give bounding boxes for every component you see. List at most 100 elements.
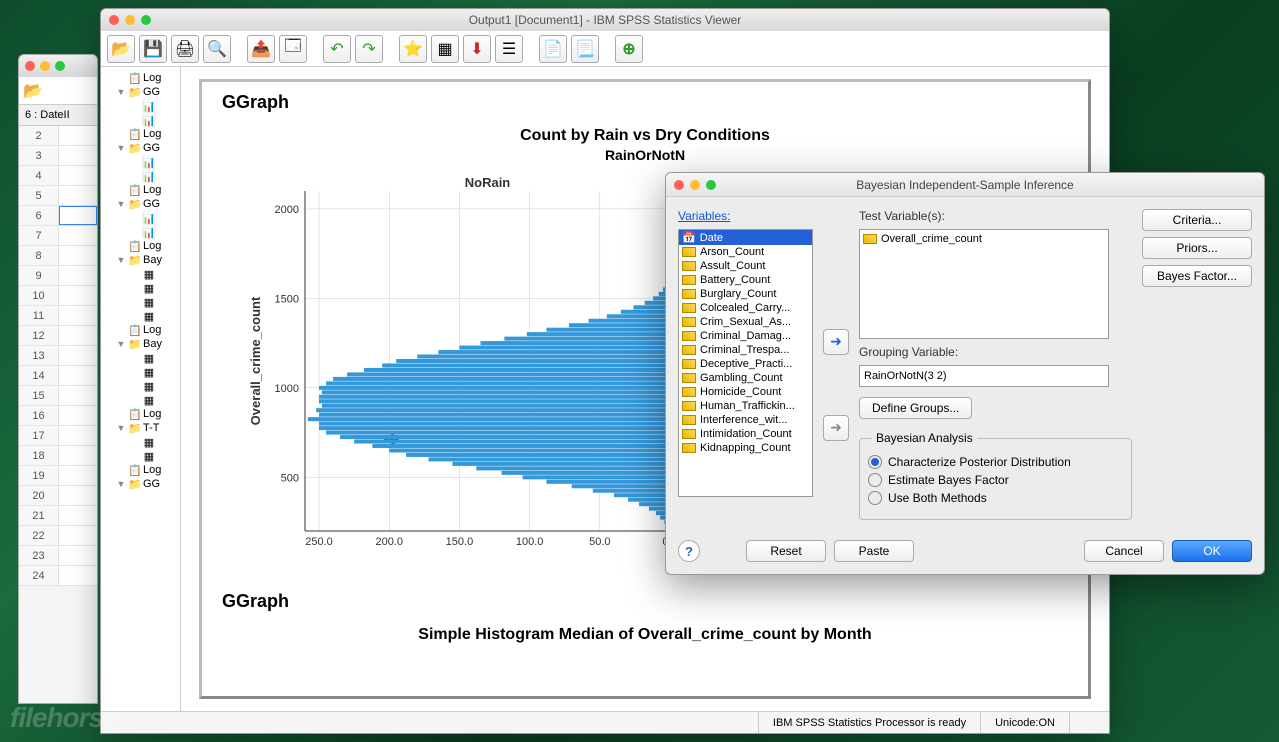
row-cell[interactable] [59, 186, 97, 205]
close-icon[interactable] [25, 61, 35, 71]
open-folder-icon[interactable]: 📂 [23, 81, 43, 101]
row-cell[interactable] [59, 526, 97, 545]
variable-item[interactable]: Kidnapping_Count [679, 441, 812, 455]
variable-item[interactable]: Human_Traffickin... [679, 399, 812, 413]
variable-item[interactable]: Criminal_Trespa... [679, 343, 812, 357]
grouping-variable-input[interactable] [859, 365, 1109, 387]
dialog-recall-button[interactable]: 🗔 [279, 35, 307, 63]
data-row[interactable]: 3 [19, 146, 97, 166]
data-row[interactable]: 14 [19, 366, 97, 386]
row-cell[interactable] [59, 546, 97, 565]
radio-option[interactable]: Characterize Posterior Distribution [868, 455, 1123, 469]
run-button[interactable]: 📃 [571, 35, 599, 63]
outline-item[interactable]: 📋Log [101, 463, 180, 477]
data-row[interactable]: 8 [19, 246, 97, 266]
outline-item[interactable]: 📋Log [101, 323, 180, 337]
outline-panel[interactable]: 📋Log▼📁GG📊📊📋Log▼📁GG📊📊📋Log▼📁GG📊📊📋Log▼📁Bay▦… [101, 67, 181, 711]
data-row[interactable]: 16 [19, 406, 97, 426]
data-row[interactable]: 24 [19, 566, 97, 586]
outline-item[interactable]: ▦ [101, 365, 180, 379]
minimize-icon[interactable] [125, 15, 135, 25]
collapse-icon[interactable]: ▼ [115, 479, 127, 489]
row-cell[interactable] [59, 246, 97, 265]
row-cell[interactable] [59, 366, 97, 385]
maximize-icon[interactable] [141, 15, 151, 25]
data-row[interactable]: 4 [19, 166, 97, 186]
variable-item[interactable]: Colcealed_Carry... [679, 301, 812, 315]
outline-item[interactable]: ▦ [101, 435, 180, 449]
outline-item[interactable]: 📋Log [101, 71, 180, 85]
data-row[interactable]: 2 [19, 126, 97, 146]
outline-item[interactable]: ▦ [101, 449, 180, 463]
goto-variable-button[interactable]: ⬇ [463, 35, 491, 63]
collapse-icon[interactable]: ▼ [115, 423, 127, 433]
row-cell[interactable] [59, 286, 97, 305]
help-button[interactable]: ? [678, 540, 700, 562]
data-row[interactable]: 20 [19, 486, 97, 506]
data-row[interactable]: 6 [19, 206, 97, 226]
ok-button[interactable]: OK [1172, 540, 1252, 562]
row-cell[interactable] [59, 306, 97, 325]
maximize-icon[interactable] [55, 61, 65, 71]
radio-option[interactable]: Estimate Bayes Factor [868, 473, 1123, 487]
variable-item[interactable]: Intimidation_Count [679, 427, 812, 441]
outline-item[interactable]: ▦ [101, 309, 180, 323]
criteria-button[interactable]: Criteria... [1142, 209, 1252, 231]
outline-item[interactable]: ▼📁GG [101, 477, 180, 491]
outline-item[interactable]: ▦ [101, 267, 180, 281]
row-cell[interactable] [59, 326, 97, 345]
reset-button[interactable]: Reset [746, 540, 826, 562]
outline-item[interactable]: ▦ [101, 393, 180, 407]
variable-item[interactable]: Gambling_Count [679, 371, 812, 385]
data-row[interactable]: 12 [19, 326, 97, 346]
data-row[interactable]: 10 [19, 286, 97, 306]
outline-item[interactable]: ▼📁Bay [101, 253, 180, 267]
outline-item[interactable]: ▦ [101, 281, 180, 295]
redo-button[interactable]: ↷ [355, 35, 383, 63]
outline-item[interactable]: ▼📁GG [101, 197, 180, 211]
row-cell[interactable] [59, 406, 97, 425]
row-cell[interactable] [59, 446, 97, 465]
goto-data-button[interactable]: ⭐ [399, 35, 427, 63]
collapse-icon[interactable]: ▼ [115, 199, 127, 209]
bayes-factor-button[interactable]: Bayes Factor... [1142, 265, 1252, 287]
outline-item[interactable]: 📊 [101, 99, 180, 113]
preview-button[interactable]: 🔍 [203, 35, 231, 63]
outline-item[interactable]: 📊 [101, 225, 180, 239]
outline-item[interactable]: 📋Log [101, 183, 180, 197]
outline-item[interactable]: ▼📁GG [101, 141, 180, 155]
variable-item[interactable]: Arson_Count [679, 245, 812, 259]
row-cell[interactable] [59, 266, 97, 285]
row-cell[interactable] [59, 166, 97, 185]
cancel-button[interactable]: Cancel [1084, 540, 1164, 562]
data-row[interactable]: 18 [19, 446, 97, 466]
define-groups-button[interactable]: Define Groups... [859, 397, 972, 419]
variable-item[interactable]: Homicide_Count [679, 385, 812, 399]
close-icon[interactable] [674, 180, 684, 190]
outline-item[interactable]: 📊 [101, 169, 180, 183]
collapse-icon[interactable]: ▼ [115, 87, 127, 97]
data-row[interactable]: 23 [19, 546, 97, 566]
test-variables-listbox[interactable]: Overall_crime_count [859, 229, 1109, 339]
row-cell[interactable] [59, 206, 97, 225]
outline-item[interactable]: 📋Log [101, 127, 180, 141]
data-row[interactable]: 15 [19, 386, 97, 406]
row-cell[interactable] [59, 126, 97, 145]
test-variable-item[interactable]: Overall_crime_count [863, 233, 1105, 245]
data-row[interactable]: 17 [19, 426, 97, 446]
select-last-button[interactable]: ☰ [495, 35, 523, 63]
data-row[interactable]: 11 [19, 306, 97, 326]
row-cell[interactable] [59, 506, 97, 525]
outline-item[interactable]: ▦ [101, 379, 180, 393]
row-cell[interactable] [59, 146, 97, 165]
data-row[interactable]: 22 [19, 526, 97, 546]
radio-option[interactable]: Use Both Methods [868, 491, 1123, 505]
minimize-icon[interactable] [690, 180, 700, 190]
minimize-icon[interactable] [40, 61, 50, 71]
outline-item[interactable]: 📋Log [101, 407, 180, 421]
outline-item[interactable]: ▦ [101, 351, 180, 365]
row-cell[interactable] [59, 226, 97, 245]
print-button[interactable]: 🖨 [171, 35, 199, 63]
outline-item[interactable]: ▼📁Bay [101, 337, 180, 351]
row-cell[interactable] [59, 346, 97, 365]
